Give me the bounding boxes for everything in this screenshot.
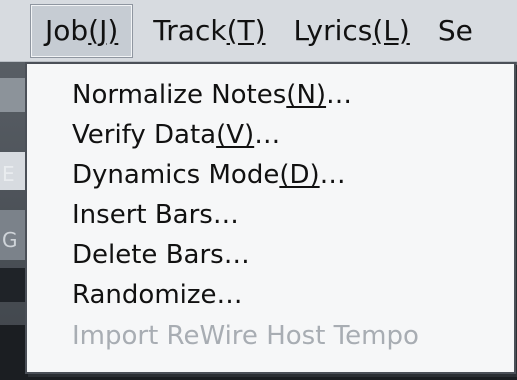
- menu-item-label: Se: [437, 14, 473, 47]
- menu-item-dynamics-mode[interactable]: Dynamics Mode(D)…: [72, 162, 346, 188]
- dropdown-item-mnemonic: (N): [286, 80, 327, 110]
- menu-se-truncated[interactable]: Se: [424, 5, 487, 57]
- dropdown-item-suffix: …: [212, 200, 239, 230]
- dropdown-item-suffix: …: [223, 240, 250, 270]
- dropdown-item-suffix: …: [216, 280, 243, 310]
- menu-item-mnemonic: (L): [372, 14, 410, 47]
- menu-item-randomize[interactable]: Randomize…: [72, 282, 243, 308]
- dropdown-item-suffix: …: [254, 120, 281, 150]
- dropdown-item-mnemonic: (D): [279, 160, 320, 190]
- menu-item-verify-data[interactable]: Verify Data(V)…: [72, 122, 280, 148]
- menu-item-normalize-notes[interactable]: Normalize Notes(N)…: [72, 82, 352, 108]
- dropdown-item-label: Randomize: [72, 280, 217, 310]
- menu-job[interactable]: Job (J): [30, 3, 134, 58]
- menu-item-mnemonic: (T): [226, 14, 266, 47]
- dropdown-item-mnemonic: (V): [216, 120, 255, 150]
- dropdown-item-label: Verify Data: [72, 120, 217, 150]
- dropdown-item-label: Dynamics Mode: [72, 160, 280, 190]
- dropdown-item-label: Import ReWire Host Tempo: [72, 321, 419, 351]
- dropdown-item-suffix: …: [319, 160, 346, 190]
- menu-item-label: Lyrics: [293, 14, 373, 47]
- menu-item-mnemonic: (J): [88, 14, 119, 47]
- menu-bar: Job (J) Track (T) Lyrics (L) Se: [0, 0, 517, 62]
- background-edge-text: E: [2, 162, 15, 186]
- menu-item-label: Track: [153, 14, 227, 47]
- dropdown-item-label: Normalize Notes: [72, 80, 287, 110]
- menu-item-insert-bars[interactable]: Insert Bars…: [72, 202, 239, 228]
- dropdown-item-label: Delete Bars: [72, 240, 224, 270]
- dropdown-item-suffix: …: [326, 80, 353, 110]
- menu-track[interactable]: Track (T): [139, 5, 279, 57]
- menu-item-label: Job: [45, 14, 89, 47]
- menu-item-import-rewire-host-tempo: Import ReWire Host Tempo: [72, 323, 419, 349]
- background-edge-text: G: [2, 228, 18, 252]
- menu-item-delete-bars[interactable]: Delete Bars…: [72, 242, 250, 268]
- menu-lyrics[interactable]: Lyrics (L): [280, 5, 424, 57]
- job-menu-dropdown: Normalize Notes(N)… Verify Data(V)… Dyna…: [25, 62, 516, 374]
- dropdown-item-label: Insert Bars: [72, 200, 213, 230]
